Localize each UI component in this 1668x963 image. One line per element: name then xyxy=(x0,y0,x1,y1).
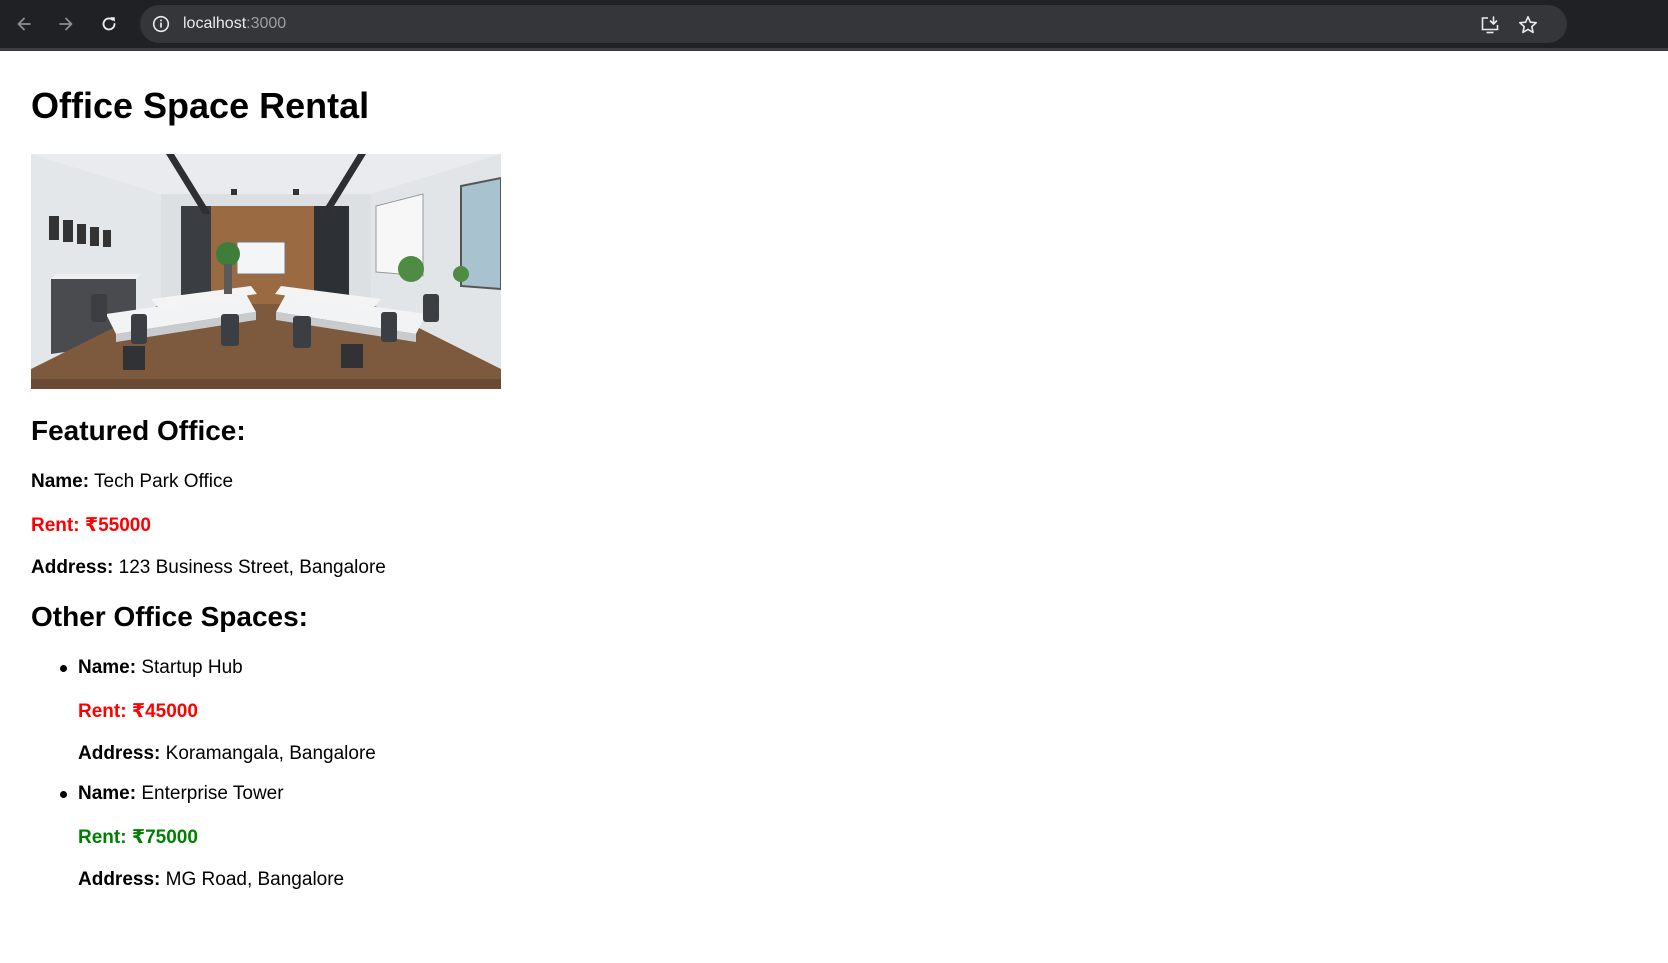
address-label: Address: xyxy=(78,743,161,764)
other-address-row: Address: MG Road, Bangalore xyxy=(78,869,344,891)
other-name: Enterprise Tower xyxy=(141,783,284,804)
other-name-row: Name: Startup Hub xyxy=(78,657,243,679)
list-bullet xyxy=(60,665,67,672)
other-address: Koramangala, Bangalore xyxy=(165,743,376,764)
site-info-icon[interactable] xyxy=(149,12,173,36)
rent-label: Rent: xyxy=(78,701,127,722)
others-heading: Other Office Spaces: xyxy=(31,601,308,632)
other-rent: ₹45000 xyxy=(131,701,198,722)
arrow-right-icon xyxy=(59,17,73,31)
reload-icon xyxy=(102,17,116,31)
install-app-icon[interactable] xyxy=(1478,13,1502,37)
other-rent-row: Rent: ₹45000 xyxy=(78,701,198,723)
name-label: Name: xyxy=(31,471,90,492)
other-address-row: Address: Koramangala, Bangalore xyxy=(78,743,376,765)
rent-label: Rent: xyxy=(31,515,80,536)
name-label: Name: xyxy=(78,657,137,678)
other-address: MG Road, Bangalore xyxy=(165,869,345,890)
featured-rent: ₹55000 xyxy=(84,515,151,536)
featured-address: 123 Business Street, Bangalore xyxy=(118,557,386,578)
other-rent-row: Rent: ₹75000 xyxy=(78,827,198,849)
address-label: Address: xyxy=(31,557,114,578)
rent-label: Rent: xyxy=(78,827,127,848)
back-button[interactable] xyxy=(9,9,39,39)
featured-name-row: Name: Tech Park Office xyxy=(31,471,233,493)
office-photo xyxy=(31,154,501,389)
page-title: Office Space Rental xyxy=(31,85,370,126)
url-text[interactable]: localhost:3000 xyxy=(183,15,286,33)
list-bullet xyxy=(60,791,67,798)
name-label: Name: xyxy=(78,783,137,804)
arrow-left-icon xyxy=(17,17,31,31)
forward-button[interactable] xyxy=(51,9,81,39)
other-rent: ₹75000 xyxy=(131,827,198,848)
url-host: localhost xyxy=(183,15,247,32)
featured-name: Tech Park Office xyxy=(94,471,234,492)
featured-heading: Featured Office: xyxy=(31,415,246,446)
address-label: Address: xyxy=(78,869,161,890)
other-name-row: Name: Enterprise Tower xyxy=(78,783,284,805)
address-bar[interactable]: localhost:3000 xyxy=(140,5,1567,43)
featured-address-row: Address: 123 Business Street, Bangalore xyxy=(31,557,386,579)
featured-rent-row: Rent: ₹55000 xyxy=(31,515,151,537)
bookmark-star-icon[interactable] xyxy=(1516,13,1540,37)
browser-toolbar: localhost:3000 xyxy=(0,0,1668,51)
reload-button[interactable] xyxy=(94,9,124,39)
other-name: Startup Hub xyxy=(141,657,243,678)
url-port: :3000 xyxy=(246,15,287,32)
